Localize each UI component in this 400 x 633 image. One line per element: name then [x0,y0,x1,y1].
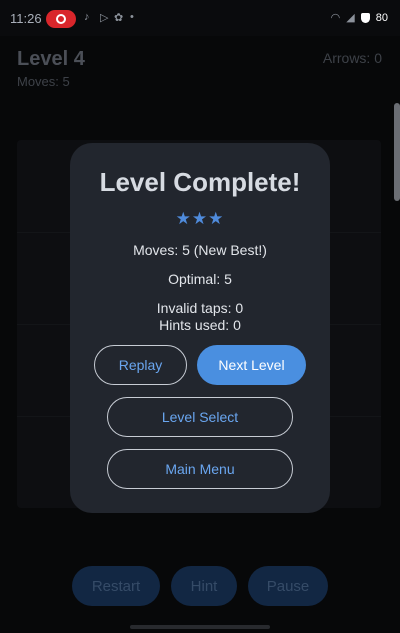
star-rating: ★★★ [175,209,225,228]
level-complete-dialog: Level Complete! ★★★ Moves: 5 (New Best!)… [70,143,330,513]
battery-level: 80 [375,11,388,24]
replay-button[interactable]: Replay [94,345,187,385]
status-time: 11:26 [10,11,42,26]
settings-icon: ✿ [114,12,124,24]
notification-icon: ♪ [84,11,90,23]
screen-record-icon[interactable] [46,10,76,28]
moves-result: Moves: 5 (New Best!) [133,242,267,258]
play-icon: ▷ [100,12,109,24]
status-bar: 11:26 ♪ ▷ ✿ • ◠ ◢ 80 [0,0,400,36]
optimal-result: Optimal: 5 [168,271,232,287]
battery-shield-icon [360,12,370,23]
level-select-button[interactable]: Level Select [107,397,293,437]
main-menu-button[interactable]: Main Menu [107,449,293,489]
hints-used-result: Hints used: 0 [159,317,241,333]
dot-icon: • [130,11,134,23]
signal-icon: ◢ [346,12,355,24]
next-level-button[interactable]: Next Level [197,345,306,385]
dialog-title: Level Complete! [99,167,301,197]
wifi-icon: ◠ [330,12,341,24]
status-right: ◠ ◢ 80 [330,11,388,25]
invalid-taps-result: Invalid taps: 0 [156,300,244,316]
